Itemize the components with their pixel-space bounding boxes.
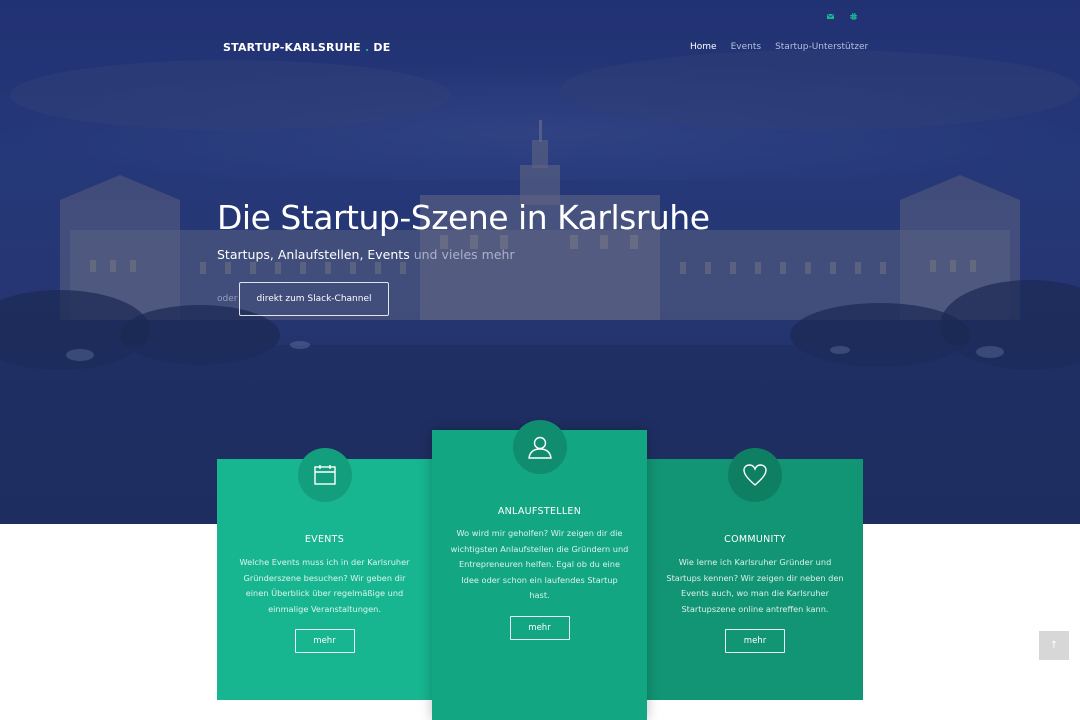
events-more-button[interactable]: mehr xyxy=(294,629,355,653)
community-more-button[interactable]: mehr xyxy=(725,629,785,653)
card-events-title: EVENTS xyxy=(304,534,345,545)
card-events-badge xyxy=(297,448,352,502)
hero-subtitle: Startups, Anlaufstellen, Events und viel… xyxy=(217,247,515,262)
heart-icon xyxy=(743,464,767,486)
card-anlaufstellen-text: Wo wird mir geholfen? Wir zeigen dir die… xyxy=(450,528,629,601)
hero-subtitle-muted: und vieles mehr xyxy=(413,247,515,262)
nav-home[interactable]: Home xyxy=(690,42,717,52)
or-label: oder xyxy=(217,294,238,304)
card-community-title: COMMUNITY xyxy=(724,534,786,545)
scroll-to-top-button[interactable]: ↑ xyxy=(1039,631,1069,660)
brand-dot: . xyxy=(364,41,370,54)
card-anlaufstellen: ANLAUFSTELLEN Wo wird mir geholfen? Wir … xyxy=(432,420,647,720)
top-social-icons xyxy=(826,12,858,21)
brand-tld: DE xyxy=(373,41,391,54)
nav-startup-unterstuetzer[interactable]: Startup-Unterstützer xyxy=(775,42,868,52)
slack-icon[interactable] xyxy=(849,12,858,21)
brand-name: STARTUP-KARLSRUHE xyxy=(223,41,361,54)
slack-channel-button[interactable]: direkt zum Slack-Channel xyxy=(239,282,389,316)
hero-title: Die Startup-Szene in Karlsruhe xyxy=(217,198,710,237)
hero-subtitle-strong: Startups, Anlaufstellen, Events xyxy=(217,247,410,262)
card-community-badge xyxy=(728,448,782,502)
nav-events[interactable]: Events xyxy=(731,42,761,52)
card-community: COMMUNITY Wie lerne ich Karlsruher Gründ… xyxy=(647,448,863,700)
card-anlaufstellen-title: ANLAUFSTELLEN xyxy=(497,506,582,517)
brand-logo[interactable]: STARTUP-KARLSRUHE . DE xyxy=(223,41,390,54)
card-community-text: Wie lerne ich Karlsruher Gründer und Sta… xyxy=(666,557,844,614)
main-nav: Home Events Startup-Unterstützer xyxy=(690,42,868,52)
mail-icon[interactable] xyxy=(826,12,835,21)
user-icon xyxy=(527,436,552,459)
card-events-text: Welche Events muss ich in der Karlsruher… xyxy=(239,557,410,614)
calendar-icon xyxy=(313,465,336,485)
card-anlaufstellen-badge xyxy=(512,420,567,474)
anlaufstellen-more-button[interactable]: mehr xyxy=(509,616,570,640)
card-events: EVENTS Welche Events muss ich in der Kar… xyxy=(217,448,432,700)
arrow-up-icon: ↑ xyxy=(1049,640,1059,651)
